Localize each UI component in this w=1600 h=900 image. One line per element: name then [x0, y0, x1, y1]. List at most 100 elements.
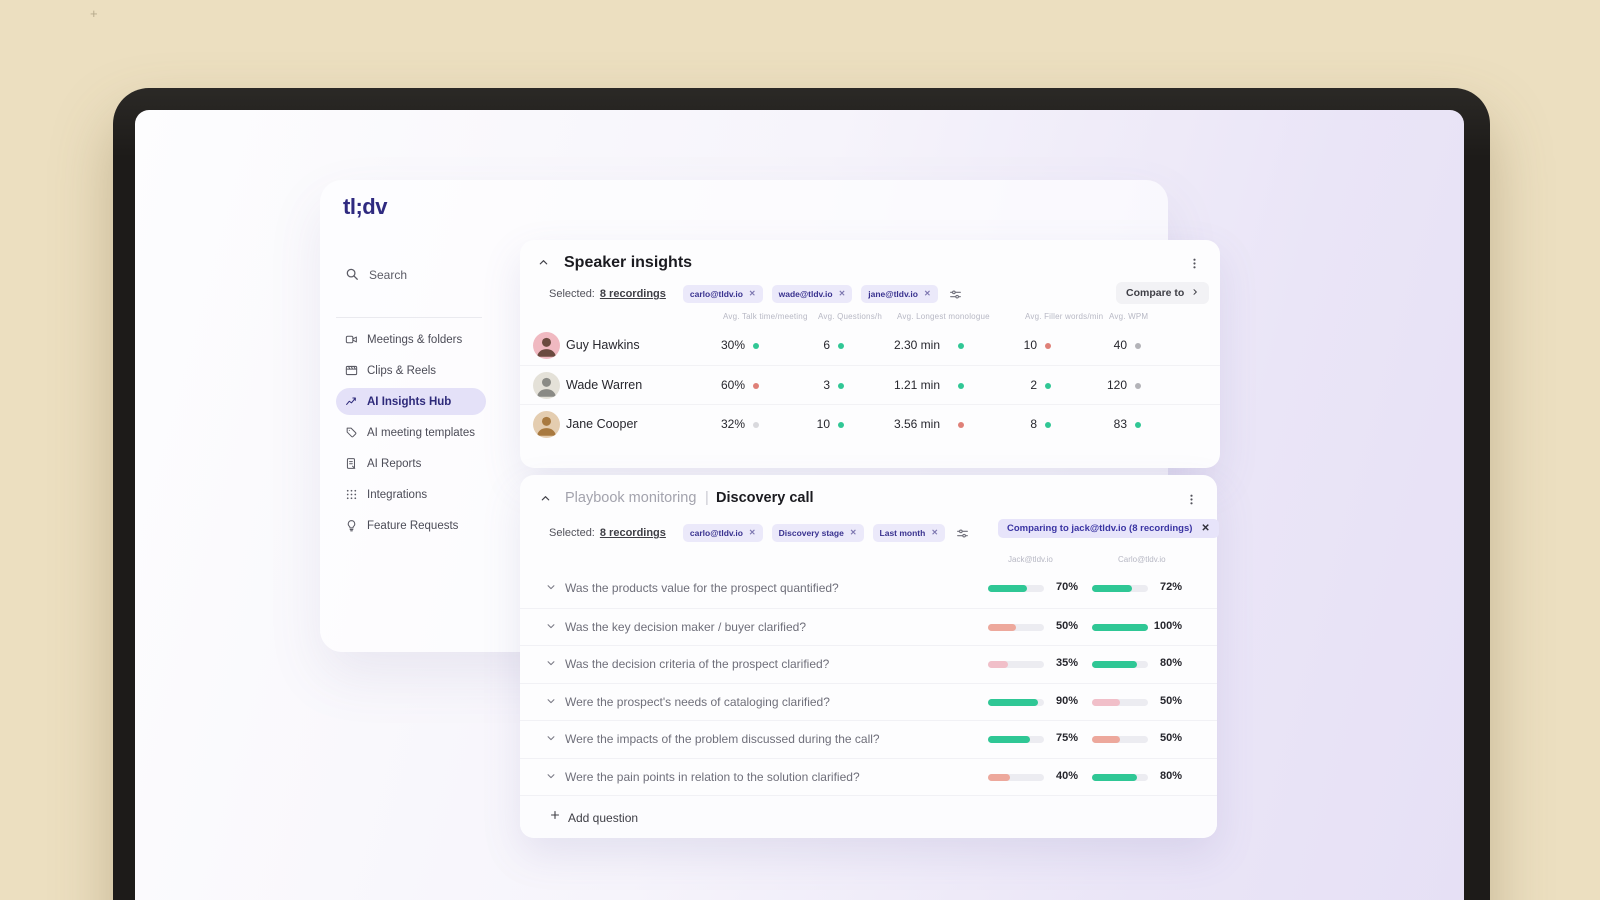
- compare-to-button[interactable]: Compare to: [1116, 282, 1210, 304]
- close-icon[interactable]: ✕: [850, 529, 857, 537]
- selected-recordings-link[interactable]: 8 recordings: [600, 527, 666, 539]
- speaker-row-guy-hawkins[interactable]: Guy Hawkins 30% 6 2.30 min 10 40: [520, 326, 1220, 365]
- progress-percent: 50%: [1159, 732, 1182, 744]
- collapse-speaker-insights-chevron-up-icon[interactable]: [538, 257, 549, 268]
- close-icon[interactable]: ✕: [749, 290, 756, 298]
- close-icon[interactable]: ✕: [749, 529, 756, 537]
- selected-recordings-link[interactable]: 8 recordings: [600, 288, 666, 300]
- question-text: Were the pain points in relation to the …: [565, 769, 860, 784]
- sidebar-item-ai-meeting-templates[interactable]: AI meeting templates: [336, 419, 486, 446]
- tldv-logo: tl;dv: [343, 194, 387, 219]
- search-button[interactable]: Search: [339, 262, 413, 288]
- metric-value: 40: [1113, 338, 1127, 352]
- metric-value: 60%: [720, 378, 745, 392]
- sidebar-item-clips-reels[interactable]: Clips & Reels: [336, 357, 486, 384]
- add-question-button[interactable]: Add question: [520, 795, 1217, 838]
- compare-to-label: Compare to: [1126, 287, 1185, 299]
- question-row[interactable]: Were the prospect's needs of cataloging …: [520, 682, 1217, 720]
- progress-bar-fill: [988, 623, 1016, 631]
- chip-label: jane@tldv.io: [868, 289, 918, 299]
- filter-chip-last-month[interactable]: Last month ✕: [872, 524, 946, 542]
- sidebar-item-label: Integrations: [367, 488, 428, 501]
- speaker-insights-kebab-menu-icon[interactable]: [1186, 254, 1203, 273]
- search-icon: [345, 267, 359, 284]
- column-header: Avg. Filler words/min: [1025, 312, 1104, 321]
- filter-sliders-icon[interactable]: [949, 288, 962, 301]
- compare-column-carlo: Carlo@tldv.io: [1118, 555, 1166, 564]
- question-row[interactable]: Was the decision criteria of the prospec…: [520, 645, 1217, 682]
- chevron-down-icon[interactable]: [546, 658, 556, 668]
- metric-value: 10: [1023, 338, 1037, 352]
- wallpaper-plus-decoration: +: [90, 6, 98, 21]
- metric-value: 2: [1030, 378, 1037, 392]
- chevron-down-icon[interactable]: [546, 696, 556, 706]
- question-row[interactable]: Was the key decision maker / buyer clari…: [520, 607, 1217, 645]
- sidebar-item-label: Meetings & folders: [367, 333, 463, 346]
- ai-tag-icon: [345, 426, 358, 439]
- progress-bar-fill: [988, 585, 1028, 592]
- status-dot-gray: [1135, 383, 1141, 389]
- sidebar-item-ai-insights-hub[interactable]: AI Insights Hub: [336, 388, 486, 415]
- chevron-right-icon: [1191, 287, 1199, 299]
- progress-percent: 75%: [1055, 732, 1078, 744]
- video-camera-icon: [345, 333, 358, 346]
- sidebar-item-label: Clips & Reels: [367, 364, 437, 377]
- metric-value: 6: [823, 338, 830, 352]
- close-icon[interactable]: ✕: [1201, 523, 1209, 534]
- discovery-call-title: Discovery call: [716, 490, 814, 506]
- sidebar-item-feature-requests[interactable]: Feature Requests: [336, 512, 486, 539]
- title-pipe-separator: |: [705, 490, 709, 506]
- chip-label: Last month: [879, 528, 926, 538]
- playbook-kebab-menu-icon[interactable]: [1183, 490, 1200, 509]
- question-text: Were the prospect's needs of cataloging …: [565, 694, 830, 709]
- filter-chip-jane-tldv-io[interactable]: jane@tldv.io ✕: [861, 285, 938, 303]
- chevron-down-icon[interactable]: [546, 771, 556, 781]
- comparing-to-badge[interactable]: Comparing to jack@tldv.io (8 recordings)…: [998, 519, 1219, 538]
- sidebar-nav: Meetings & folders Clips & Reels AI Insigh…: [336, 326, 486, 543]
- sidebar-item-label: AI meeting templates: [367, 426, 476, 439]
- trend-chart-icon: [345, 395, 358, 408]
- chip-label: Discovery stage: [778, 528, 844, 538]
- close-icon[interactable]: ✕: [839, 290, 846, 298]
- speaker-insights-card: Speaker insights Selected: 8 recordings …: [520, 240, 1220, 468]
- grid-dots-icon: [345, 488, 358, 501]
- metric-value: 1.21 min: [893, 378, 940, 392]
- close-icon[interactable]: ✕: [924, 290, 931, 298]
- filter-chip-wade-tldv-io[interactable]: wade@tldv.io ✕: [771, 285, 853, 303]
- speaker-row-jane-cooper[interactable]: Jane Cooper 32% 10 3.56 min 8 83: [520, 404, 1220, 443]
- status-dot-green: [1135, 422, 1141, 428]
- chevron-down-icon[interactable]: [546, 621, 556, 631]
- question-row[interactable]: Was the products value for the prospect …: [520, 570, 1217, 607]
- progress-percent: 50%: [1159, 694, 1182, 707]
- status-dot-green: [838, 422, 844, 428]
- lightbulb-icon: [345, 519, 358, 532]
- question-row[interactable]: Were the impacts of the problem discusse…: [520, 720, 1217, 757]
- chevron-down-icon[interactable]: [546, 733, 556, 743]
- sidebar-item-ai-reports[interactable]: AI Reports: [336, 450, 486, 477]
- metric-value: 30%: [720, 338, 745, 352]
- filter-sliders-icon[interactable]: [956, 527, 969, 540]
- question-text: Was the decision criteria of the prospec…: [565, 657, 830, 671]
- filter-chip-carlo-tldv-io[interactable]: carlo@tldv.io ✕: [682, 285, 763, 303]
- sidebar-item-meetings-folders[interactable]: Meetings & folders: [336, 326, 486, 353]
- speaker-chips: carlo@tldv.io ✕ wade@tldv.io ✕ jane@tldv.io ✕: [682, 285, 938, 303]
- question-row[interactable]: Were the pain points in relation to the …: [520, 757, 1217, 795]
- metric-value: 32%: [720, 417, 745, 431]
- collapse-playbook-chevron-up-icon[interactable]: [540, 493, 551, 504]
- speaker-insights-title: Speaker insights: [564, 254, 693, 271]
- filter-chip-discovery-stage[interactable]: Discovery stage ✕: [771, 524, 864, 542]
- comparing-to-label: Comparing to jack@tldv.io (8 recordings): [1007, 523, 1193, 534]
- progress-bar-fill: [988, 773, 1011, 781]
- playbook-monitoring-card: Playbook monitoring | Discovery call Sel…: [520, 475, 1219, 838]
- filter-chip-carlo-tldv-io[interactable]: carlo@tldv.io ✕: [682, 524, 763, 542]
- selected-label: Selected:: [549, 527, 595, 539]
- metric-value: 8: [1030, 417, 1037, 431]
- sidebar-item-integrations[interactable]: Integrations: [336, 481, 486, 508]
- speaker-row-wade-warren[interactable]: Wade Warren 60% 3 1.21 min 2 120: [520, 365, 1220, 404]
- close-icon[interactable]: ✕: [931, 529, 938, 537]
- status-dot-gray: [1135, 343, 1141, 349]
- chevron-down-icon[interactable]: [546, 582, 556, 592]
- progress-percent: 50%: [1055, 619, 1078, 632]
- search-label: Search: [369, 268, 408, 282]
- playbook-chips: carlo@tldv.io ✕ Discovery stage ✕ Last month…: [682, 524, 946, 542]
